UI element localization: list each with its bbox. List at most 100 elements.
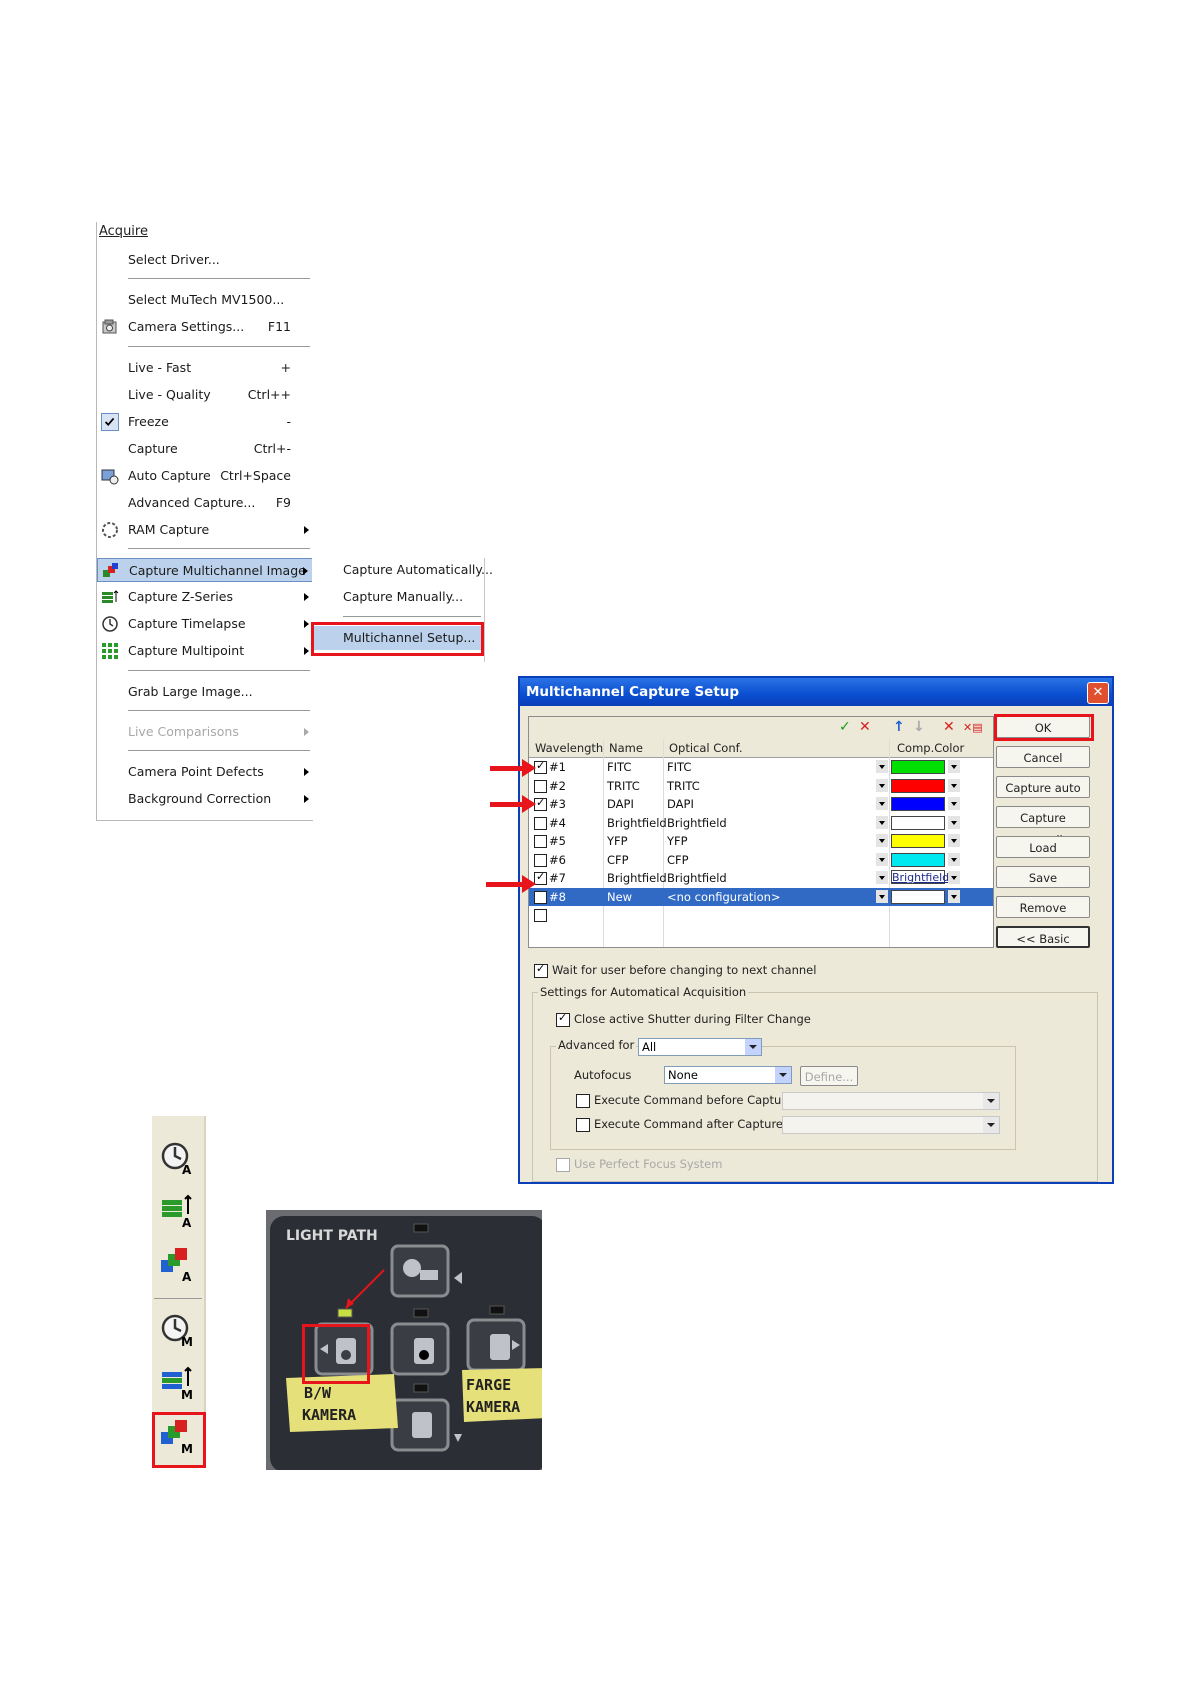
table-row[interactable]: #1 FITC FITC bbox=[529, 758, 993, 776]
row-checkbox[interactable] bbox=[534, 853, 547, 867]
menu-item-ram-capture[interactable]: RAM Capture bbox=[97, 518, 313, 542]
table-row[interactable]: #4 Brightfield Brightfield bbox=[529, 814, 993, 832]
move-up-icon[interactable]: ↑ bbox=[893, 719, 905, 735]
row-wavelength: #8 bbox=[549, 889, 566, 904]
submenu-arrow-icon bbox=[304, 795, 309, 803]
row-wavelength: #4 bbox=[549, 815, 566, 830]
close-icon[interactable]: ✕ bbox=[1087, 682, 1109, 704]
submenu-item-capture-manually[interactable]: Capture Manually... bbox=[312, 585, 484, 609]
light-path-panel-photo: LIGHT PATH B/W KAMERA FARGE KAMERA bbox=[266, 1210, 542, 1470]
chevron-down-icon[interactable] bbox=[876, 871, 888, 884]
row-name: DAPI bbox=[607, 797, 634, 811]
table-row[interactable]: #5 YFP YFP bbox=[529, 832, 993, 850]
row-comp-color-swatch[interactable] bbox=[891, 834, 945, 848]
chevron-down-icon[interactable] bbox=[948, 834, 960, 847]
chevron-down-icon[interactable] bbox=[876, 852, 888, 866]
row-comp-color-swatch[interactable] bbox=[891, 852, 945, 867]
load-button[interactable]: Load bbox=[996, 836, 1090, 858]
menu-item-capture-multichannel[interactable]: Capture Multichannel Image bbox=[97, 558, 313, 582]
capture-manually-button[interactable]: Capture manually bbox=[996, 806, 1090, 847]
menu-item-advanced-capture[interactable]: Advanced Capture... F9 bbox=[97, 491, 313, 515]
menu-item-select-mutech[interactable]: Select MuTech MV1500... bbox=[97, 288, 313, 312]
menu-title[interactable]: Acquire bbox=[99, 224, 148, 239]
menu-item-live-fast[interactable]: Live - Fast + bbox=[97, 356, 313, 380]
table-row[interactable]: #6 CFP CFP bbox=[529, 851, 993, 869]
column-header-name[interactable]: Name bbox=[609, 741, 643, 755]
menu-item-background-correction[interactable]: Background Correction bbox=[97, 787, 313, 811]
row-checkbox[interactable] bbox=[534, 779, 547, 793]
menu-item-camera-settings[interactable]: Camera Settings... F11 bbox=[97, 315, 313, 339]
chevron-down-icon[interactable] bbox=[948, 760, 960, 773]
column-header-wavelength[interactable]: Wavelength bbox=[535, 741, 603, 755]
menu-item-capture-zseries[interactable]: Capture Z-Series bbox=[97, 585, 313, 609]
exec-before-checkbox[interactable] bbox=[576, 1094, 590, 1108]
check-all-icon[interactable]: ✓ bbox=[839, 719, 851, 735]
basic-button[interactable]: << Basic bbox=[996, 926, 1090, 948]
menu-item-capture[interactable]: Capture Ctrl+- bbox=[97, 437, 313, 461]
uncheck-all-icon[interactable]: ✕ bbox=[859, 719, 871, 735]
row-wavelength: #3 bbox=[549, 797, 566, 811]
table-row[interactable]: #2 TRITC TRITC bbox=[529, 777, 993, 795]
chevron-down-icon[interactable] bbox=[948, 778, 960, 792]
grid-header: Wavelength Name Optical Conf. Comp.Color bbox=[529, 739, 993, 758]
row-comp-color[interactable]: Brightfield bbox=[891, 870, 949, 884]
multichannel-auto-icon[interactable]: A bbox=[160, 1246, 196, 1284]
table-row[interactable]: #3 DAPI DAPI bbox=[529, 795, 993, 813]
menu-item-auto-capture[interactable]: Auto Capture Ctrl+Space bbox=[97, 464, 313, 488]
table-row[interactable]: #8 New <no configuration> bbox=[529, 887, 993, 906]
row-name: Brightfield bbox=[607, 815, 667, 830]
row-comp-color-swatch[interactable] bbox=[891, 778, 945, 793]
menu-item-capture-multipoint[interactable]: Capture Multipoint bbox=[97, 639, 313, 663]
menu-item-select-driver[interactable]: Select Driver... bbox=[97, 248, 313, 272]
row-comp-color-swatch[interactable] bbox=[891, 889, 945, 904]
advanced-for-select[interactable]: All bbox=[638, 1038, 762, 1056]
chevron-down-icon[interactable] bbox=[948, 871, 960, 884]
column-header-optical-conf[interactable]: Optical Conf. bbox=[669, 741, 743, 755]
menu-item-grab-large-image[interactable]: Grab Large Image... bbox=[97, 680, 313, 704]
wait-for-user-label: Wait for user before changing to next ch… bbox=[552, 963, 817, 977]
light-path-label: LIGHT PATH bbox=[286, 1228, 378, 1244]
chevron-down-icon[interactable] bbox=[745, 1039, 761, 1055]
row-checkbox[interactable] bbox=[534, 835, 547, 848]
column-header-comp-color[interactable]: Comp.Color bbox=[897, 741, 964, 755]
menu-item-capture-timelapse[interactable]: Capture Timelapse bbox=[97, 612, 313, 636]
row-comp-color-swatch[interactable] bbox=[891, 815, 945, 830]
chevron-down-icon[interactable] bbox=[948, 797, 960, 810]
delete-all-icon[interactable]: ✕▤ bbox=[963, 721, 983, 734]
color-camera-note-line1: FARGE bbox=[466, 1376, 512, 1394]
chevron-down-icon[interactable] bbox=[876, 815, 888, 829]
capture-auto-button[interactable]: Capture auto bbox=[996, 776, 1090, 798]
timelapse-auto-icon[interactable]: A bbox=[160, 1140, 196, 1177]
row-checkbox[interactable] bbox=[534, 816, 547, 830]
chevron-down-icon[interactable] bbox=[876, 778, 888, 792]
autofocus-select[interactable]: None bbox=[664, 1066, 792, 1084]
chevron-down-icon[interactable] bbox=[775, 1067, 791, 1083]
wait-for-user-checkbox[interactable] bbox=[534, 962, 548, 978]
exec-after-checkbox[interactable] bbox=[576, 1118, 590, 1132]
chevron-down-icon[interactable] bbox=[948, 815, 960, 829]
chevron-down-icon[interactable] bbox=[876, 834, 888, 847]
table-row-empty[interactable] bbox=[529, 906, 993, 924]
save-button[interactable]: Save bbox=[996, 866, 1090, 888]
chevron-down-icon[interactable] bbox=[876, 797, 888, 810]
chevron-down-icon[interactable] bbox=[948, 889, 960, 903]
timelapse-manual-icon[interactable]: M bbox=[160, 1312, 196, 1349]
menu-item-freeze[interactable]: Freeze - bbox=[97, 410, 313, 434]
chevron-down-icon[interactable] bbox=[876, 889, 888, 903]
row-comp-color-swatch[interactable] bbox=[891, 760, 945, 774]
chevron-down-icon[interactable] bbox=[948, 852, 960, 866]
remove-button[interactable]: Remove bbox=[996, 896, 1090, 918]
row-checkbox[interactable] bbox=[534, 909, 547, 922]
chevron-down-icon[interactable] bbox=[876, 760, 888, 773]
dialog-titlebar[interactable]: Multichannel Capture Setup ✕ bbox=[520, 678, 1112, 706]
submenu-item-capture-automatically[interactable]: Capture Automatically... bbox=[312, 558, 493, 582]
table-row[interactable]: #7BrightfieldBrightfieldBrightfield bbox=[529, 869, 993, 887]
close-shutter-checkbox[interactable] bbox=[556, 1011, 570, 1027]
row-comp-color-swatch[interactable] bbox=[891, 797, 945, 811]
delete-icon[interactable]: ✕ bbox=[943, 719, 955, 735]
menu-item-live-quality[interactable]: Live - Quality Ctrl++ bbox=[97, 383, 313, 407]
cancel-button[interactable]: Cancel bbox=[996, 746, 1090, 768]
menu-item-camera-point-defects[interactable]: Camera Point Defects bbox=[97, 760, 313, 784]
zseries-auto-icon[interactable]: A bbox=[160, 1192, 196, 1230]
zseries-manual-icon[interactable]: M bbox=[160, 1364, 196, 1402]
